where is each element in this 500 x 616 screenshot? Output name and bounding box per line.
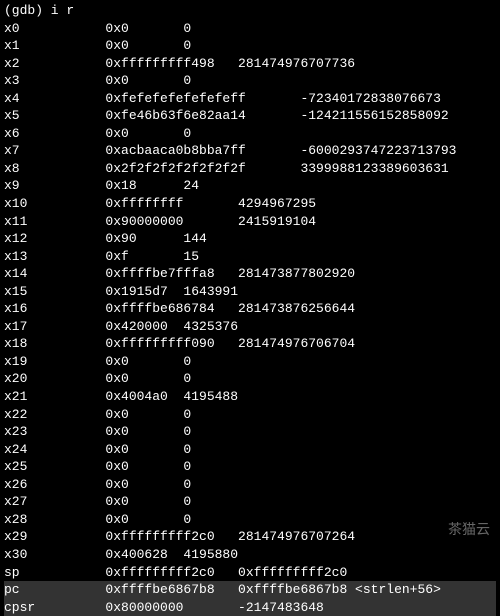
register-row-x7: x7 0xacbaaca0b8bba7ff -60002937472237137… <box>4 142 496 160</box>
register-row-x26: x26 0x0 0 <box>4 476 496 494</box>
register-row-x22: x22 0x0 0 <box>4 406 496 424</box>
register-row-x28: x28 0x0 0 <box>4 511 496 529</box>
register-row-x13: x13 0xf 15 <box>4 248 496 266</box>
register-row-x16: x16 0xffffbe686784 281473876256644 <box>4 300 496 318</box>
register-row-x2: x2 0xfffffffff498 281474976707736 <box>4 55 496 73</box>
register-row-pc: pc 0xffffbe6867b8 0xffffbe6867b8 <strlen… <box>4 581 496 599</box>
register-row-x15: x15 0x1915d7 1643991 <box>4 283 496 301</box>
register-row-x29: x29 0xfffffffff2c0 281474976707264 <box>4 528 496 546</box>
register-row-x1: x1 0x0 0 <box>4 37 496 55</box>
register-row-sp: sp 0xfffffffff2c0 0xfffffffff2c0 <box>4 564 496 582</box>
register-row-x17: x17 0x420000 4325376 <box>4 318 496 336</box>
register-row-x9: x9 0x18 24 <box>4 177 496 195</box>
register-row-x18: x18 0xfffffffff090 281474976706704 <box>4 335 496 353</box>
register-row-x3: x3 0x0 0 <box>4 72 496 90</box>
register-row-x8: x8 0x2f2f2f2f2f2f2f2f 339998812338960363… <box>4 160 496 178</box>
register-row-x14: x14 0xffffbe7fffa8 281473877802920 <box>4 265 496 283</box>
register-row-x20: x20 0x0 0 <box>4 370 496 388</box>
gdb-prompt[interactable]: (gdb) i r <box>4 2 496 20</box>
register-row-x30: x30 0x400628 4195880 <box>4 546 496 564</box>
register-row-x23: x23 0x0 0 <box>4 423 496 441</box>
register-output: x0 0x0 0x1 0x0 0x2 0xfffffffff498 281474… <box>4 20 496 582</box>
register-row-x6: x6 0x0 0 <box>4 125 496 143</box>
register-row-x21: x21 0x4004a0 4195488 <box>4 388 496 406</box>
register-row-x19: x19 0x0 0 <box>4 353 496 371</box>
register-row-x11: x11 0x90000000 2415919104 <box>4 213 496 231</box>
highlighted-registers: pc 0xffffbe6867b8 0xffffbe6867b8 <strlen… <box>4 581 496 616</box>
register-row-x25: x25 0x0 0 <box>4 458 496 476</box>
register-row-x10: x10 0xffffffff 4294967295 <box>4 195 496 213</box>
register-row-x24: x24 0x0 0 <box>4 441 496 459</box>
register-row-cpsr: cpsr 0x80000000 -2147483648 <box>4 599 496 616</box>
register-row-x0: x0 0x0 0 <box>4 20 496 38</box>
register-row-x4: x4 0xfefefefefefefeff -72340172838076673 <box>4 90 496 108</box>
register-row-x12: x12 0x90 144 <box>4 230 496 248</box>
register-row-x5: x5 0xfe46b63f6e82aa14 -12421155615285809… <box>4 107 496 125</box>
register-row-x27: x27 0x0 0 <box>4 493 496 511</box>
